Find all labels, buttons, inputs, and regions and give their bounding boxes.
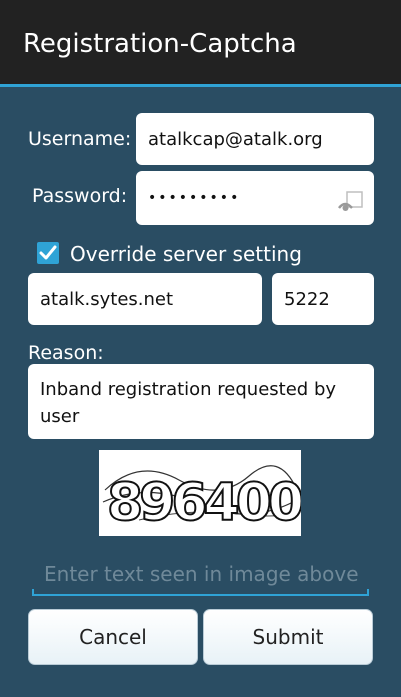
- password-label: Password:: [32, 185, 128, 207]
- submit-button[interactable]: Submit: [203, 609, 373, 665]
- underline-tick-left: [32, 589, 34, 596]
- page-title: Registration-Captcha: [23, 29, 297, 59]
- underline-tick-right: [367, 589, 369, 596]
- captcha-input-placeholder: Enter text seen in image above: [44, 562, 359, 586]
- username-label: Username:: [28, 128, 132, 150]
- password-value: •••••••••: [148, 190, 241, 206]
- title-divider: [0, 84, 401, 87]
- server-port-value: 5222: [284, 288, 330, 310]
- submit-button-label: Submit: [252, 625, 324, 649]
- password-field[interactable]: •••••••••: [136, 171, 374, 225]
- username-field[interactable]: atalkcap@atalk.org: [136, 113, 374, 165]
- server-port-field[interactable]: 5222: [272, 273, 374, 325]
- reason-field[interactable]: Inband registration requested by user: [28, 364, 374, 439]
- cancel-button-label: Cancel: [79, 625, 147, 649]
- input-underline: [32, 594, 369, 596]
- server-host-value: atalk.sytes.net: [40, 288, 174, 310]
- username-value: atalkcap@atalk.org: [148, 128, 323, 150]
- checkbox-checked-icon[interactable]: [36, 241, 60, 265]
- captcha-input[interactable]: Enter text seen in image above: [32, 556, 369, 596]
- server-host-field[interactable]: atalk.sytes.net: [28, 273, 262, 325]
- eye-icon[interactable]: [338, 191, 364, 215]
- captcha-text: 896400: [107, 473, 301, 533]
- reason-label: Reason:: [28, 342, 104, 364]
- reason-value: Inband registration requested by user: [40, 379, 337, 427]
- cancel-button[interactable]: Cancel: [28, 609, 198, 665]
- title-bar: Registration-Captcha: [0, 0, 401, 84]
- captcha-image: 896400: [99, 450, 301, 536]
- override-server-label[interactable]: Override server setting: [70, 242, 302, 266]
